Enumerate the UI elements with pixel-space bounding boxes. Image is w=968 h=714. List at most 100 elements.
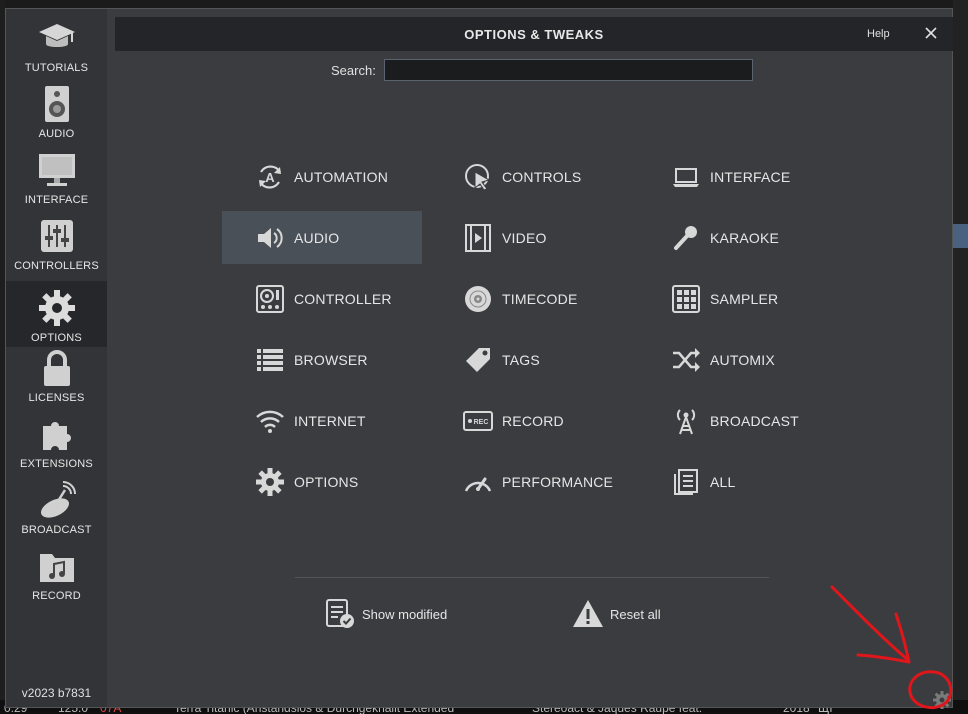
warning-icon: [573, 600, 603, 627]
search-label: Search:: [331, 63, 376, 78]
record-icon: REC: [463, 410, 493, 431]
category-controls[interactable]: CONTROLS: [430, 150, 630, 203]
category-controller[interactable]: CONTROLLER: [222, 272, 422, 325]
document-check-icon: [326, 599, 354, 628]
controller-icon: [256, 284, 284, 313]
svg-text:REC: REC: [474, 419, 489, 426]
gauge-icon: [464, 477, 492, 492]
category-automix[interactable]: AUTOMIX: [638, 333, 838, 386]
sidebar-item-licenses[interactable]: LICENSES: [6, 341, 107, 407]
help-button[interactable]: Help: [867, 28, 890, 40]
monitor-icon: [38, 154, 75, 186]
sidebar-item-tutorials[interactable]: TUTORIALS: [6, 11, 107, 77]
background-right-strip: [953, 0, 968, 714]
satellite-dish-icon: [40, 481, 76, 518]
category-timecode[interactable]: TIMECODE: [430, 272, 630, 325]
sidebar-item-label: RECORD: [32, 590, 81, 602]
puzzle-icon: [42, 422, 71, 450]
gear-icon: [256, 467, 284, 496]
speaker-icon: [44, 86, 69, 122]
category-record[interactable]: REC RECORD: [430, 394, 630, 447]
close-icon[interactable]: [921, 23, 941, 43]
search-input[interactable]: [384, 59, 753, 81]
category-sampler[interactable]: SAMPLER: [638, 272, 838, 325]
film-play-icon: [465, 223, 491, 252]
automation-icon: A: [259, 165, 281, 188]
sidebar-item-label: BROADCAST: [21, 524, 92, 536]
category-label: CONTROLS: [502, 168, 582, 185]
category-label: AUTOMIX: [710, 351, 775, 368]
music-folder-icon: [39, 554, 74, 582]
category-label: BROWSER: [294, 351, 368, 368]
reset-all-label: Reset all: [610, 606, 661, 622]
wifi-icon: [256, 410, 284, 433]
speaker-volume-icon: [258, 227, 283, 248]
category-label: TAGS: [502, 351, 540, 368]
footer-divider: [295, 577, 769, 578]
category-label: KARAOKE: [710, 229, 780, 246]
category-internet[interactable]: INTERNET: [222, 394, 422, 447]
sidebar-item-audio[interactable]: AUDIO: [6, 77, 107, 143]
shuffle-icon: [673, 347, 700, 372]
show-modified-label: Show modified: [362, 606, 448, 622]
sidebar-item-label: LICENSES: [28, 392, 85, 404]
graduation-cap-icon: [38, 24, 75, 47]
sidebar-item-options[interactable]: OPTIONS: [6, 281, 107, 347]
version-label: v2023 b7831: [21, 686, 92, 700]
sidebar-item-broadcast[interactable]: BROADCAST: [6, 473, 107, 539]
title-bar: OPTIONS & TWEAKS Help: [115, 17, 953, 51]
sidebar-item-label: AUDIO: [38, 128, 75, 140]
category-tags[interactable]: TAGS: [430, 333, 630, 386]
sidebar-item-record[interactable]: RECORD: [6, 539, 107, 605]
sidebar-item-label: TUTORIALS: [24, 62, 89, 74]
category-automation[interactable]: A AUTOMATION: [222, 150, 422, 203]
lock-icon: [43, 350, 70, 386]
category-label: PERFORMANCE: [502, 473, 614, 490]
antenna-icon: [676, 408, 696, 434]
category-label: SAMPLER: [710, 290, 779, 307]
category-options[interactable]: OPTIONS: [222, 455, 422, 508]
sampler-grid-icon: [672, 284, 700, 313]
sidebar-item-label: INTERFACE: [24, 194, 89, 206]
cursor-click-icon: [465, 163, 491, 191]
category-label: CONTROLLER: [294, 290, 392, 307]
sidebar-item-controllers[interactable]: CONTROLLERS: [6, 209, 107, 275]
document-icon: [674, 468, 698, 495]
category-video[interactable]: VIDEO: [430, 211, 630, 264]
category-label: INTERNET: [294, 412, 366, 429]
category-interface[interactable]: INTERFACE: [638, 150, 838, 203]
sidebar: TUTORIALS AUDIO INTERFACE CONTROLLERS OP…: [6, 9, 107, 707]
category-label: VIDEO: [502, 229, 547, 246]
category-label: RECORD: [502, 412, 564, 429]
category-audio[interactable]: AUDIO: [222, 211, 422, 264]
category-browser[interactable]: BROWSER: [222, 333, 422, 386]
reset-all-button[interactable]: Reset all: [572, 597, 661, 631]
sidebar-item-label: CONTROLLERS: [14, 260, 99, 272]
microphone-icon: [674, 225, 697, 250]
tag-icon: [466, 347, 490, 372]
mixer-sliders-icon: [40, 220, 73, 252]
background-selected-row: [953, 224, 968, 248]
sidebar-item-extensions[interactable]: EXTENSIONS: [6, 407, 107, 473]
category-label: ALL: [710, 473, 736, 490]
category-karaoke[interactable]: KARAOKE: [638, 211, 838, 264]
sidebar-item-label: EXTENSIONS: [20, 458, 93, 470]
category-label: AUDIO: [294, 229, 340, 246]
gear-icon: [38, 290, 75, 326]
category-performance[interactable]: PERFORMANCE: [430, 455, 630, 508]
category-broadcast[interactable]: BROADCAST: [638, 394, 838, 447]
sidebar-item-interface[interactable]: INTERFACE: [6, 143, 107, 209]
category-label: INTERFACE: [710, 168, 791, 185]
vinyl-icon: [465, 285, 491, 312]
dialog-title: OPTIONS & TWEAKS: [464, 27, 604, 42]
show-modified-button[interactable]: Show modified: [324, 597, 447, 631]
laptop-icon: [673, 167, 699, 187]
category-label: BROADCAST: [710, 412, 799, 429]
settings-gear-icon[interactable]: [932, 690, 952, 710]
category-label: AUTOMATION: [294, 168, 389, 185]
category-label: OPTIONS: [294, 473, 359, 490]
options-dialog: TUTORIALS AUDIO INTERFACE CONTROLLERS OP…: [5, 8, 953, 710]
category-all[interactable]: ALL: [638, 455, 838, 508]
category-label: TIMECODE: [502, 290, 578, 307]
svg-text:A: A: [265, 170, 275, 185]
